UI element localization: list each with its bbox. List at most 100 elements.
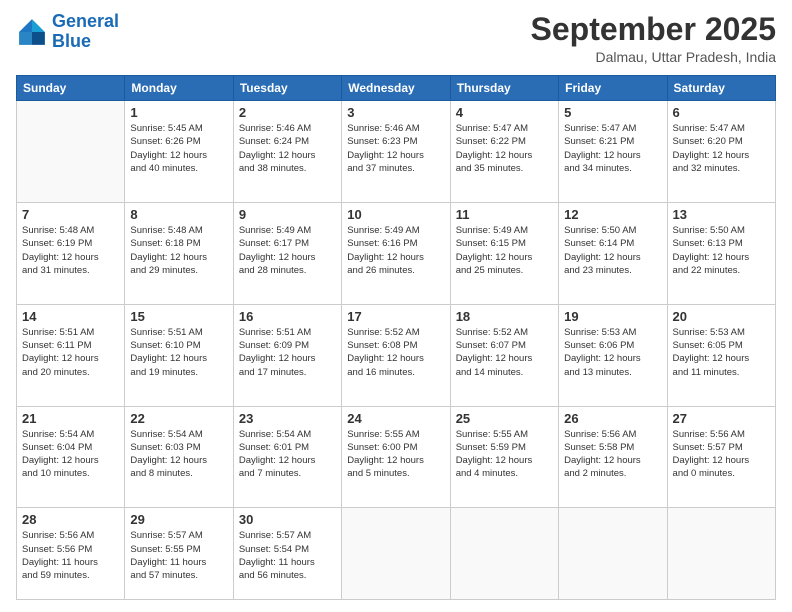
- day-number: 4: [456, 105, 553, 120]
- table-cell: 19Sunrise: 5:53 AM Sunset: 6:06 PM Dayli…: [559, 304, 667, 406]
- table-cell: 25 Sunrise: 5:55 AM Sunset: 5:59 PM Dayli…: [450, 406, 558, 508]
- day-info: Sunrise: 5:47 AM Sunset: 6:22 PM Dayligh…: [456, 122, 553, 175]
- table-cell: 10 Sunrise: 5:49 AM Sunset: 6:16 PM Dayli…: [342, 202, 450, 304]
- table-cell: [667, 508, 775, 600]
- day-number: 27: [673, 411, 770, 426]
- table-cell: 30Sunrise: 5:57 AM Sunset: 5:54 PM Dayli…: [233, 508, 341, 600]
- day-info: Sunrise: 5:56 AM Sunset: 5:56 PM Dayligh…: [22, 529, 119, 582]
- day-number: 7: [22, 207, 119, 222]
- header-row: Sunday Monday Tuesday Wednesday Thursday…: [17, 76, 776, 101]
- day-number: 22: [130, 411, 227, 426]
- day-number: 18: [456, 309, 553, 324]
- day-number: 25: [456, 411, 553, 426]
- day-info: Sunrise: 5:51 AM Sunset: 6:10 PM Dayligh…: [130, 326, 227, 379]
- table-cell: 9 Sunrise: 5:49 AM Sunset: 6:17 PM Daylig…: [233, 202, 341, 304]
- table-cell: 17Sunrise: 5:52 AM Sunset: 6:08 PM Dayli…: [342, 304, 450, 406]
- day-info: Sunrise: 5:51 AM Sunset: 6:09 PM Dayligh…: [239, 326, 336, 379]
- day-number: 26: [564, 411, 661, 426]
- day-number: 8: [130, 207, 227, 222]
- logo-icon: [16, 16, 48, 48]
- title-block: September 2025 Dalmau, Uttar Pradesh, In…: [531, 12, 776, 65]
- calendar: Sunday Monday Tuesday Wednesday Thursday…: [16, 75, 776, 600]
- day-info: Sunrise: 5:55 AM Sunset: 6:00 PM Dayligh…: [347, 428, 444, 481]
- day-number: 10: [347, 207, 444, 222]
- day-number: 9: [239, 207, 336, 222]
- col-sunday: Sunday: [17, 76, 125, 101]
- col-monday: Monday: [125, 76, 233, 101]
- table-row: 14 Sunrise: 5:51 AM Sunset: 6:11 PM Dayli…: [17, 304, 776, 406]
- table-cell: 4 Sunrise: 5:47 AM Sunset: 6:22 PM Daylig…: [450, 101, 558, 203]
- day-number: 13: [673, 207, 770, 222]
- logo: General Blue: [16, 12, 119, 52]
- logo-general: General: [52, 11, 119, 31]
- table-cell: 18Sunrise: 5:52 AM Sunset: 6:07 PM Dayli…: [450, 304, 558, 406]
- table-cell: 22 Sunrise: 5:54 AM Sunset: 6:03 PM Dayli…: [125, 406, 233, 508]
- table-cell: 23 Sunrise: 5:54 AM Sunset: 6:01 PM Dayli…: [233, 406, 341, 508]
- day-info: Sunrise: 5:52 AM Sunset: 6:08 PM Dayligh…: [347, 326, 444, 379]
- table-cell: 27 Sunrise: 5:56 AM Sunset: 5:57 PM Dayli…: [667, 406, 775, 508]
- day-info: Sunrise: 5:50 AM Sunset: 6:13 PM Dayligh…: [673, 224, 770, 277]
- col-friday: Friday: [559, 76, 667, 101]
- table-cell: 28Sunrise: 5:56 AM Sunset: 5:56 PM Dayli…: [17, 508, 125, 600]
- col-wednesday: Wednesday: [342, 76, 450, 101]
- day-info: Sunrise: 5:49 AM Sunset: 6:17 PM Dayligh…: [239, 224, 336, 277]
- table-cell: 6 Sunrise: 5:47 AM Sunset: 6:20 PM Daylig…: [667, 101, 775, 203]
- table-cell: 7 Sunrise: 5:48 AM Sunset: 6:19 PM Daylig…: [17, 202, 125, 304]
- table-cell: 20 Sunrise: 5:53 AM Sunset: 6:05 PM Dayli…: [667, 304, 775, 406]
- day-info: Sunrise: 5:49 AM Sunset: 6:16 PM Dayligh…: [347, 224, 444, 277]
- table-cell: [342, 508, 450, 600]
- table-cell: [559, 508, 667, 600]
- table-cell: 15 Sunrise: 5:51 AM Sunset: 6:10 PM Dayli…: [125, 304, 233, 406]
- table-cell: 14 Sunrise: 5:51 AM Sunset: 6:11 PM Dayli…: [17, 304, 125, 406]
- day-info: Sunrise: 5:48 AM Sunset: 6:19 PM Dayligh…: [22, 224, 119, 277]
- table-cell: 29 Sunrise: 5:57 AM Sunset: 5:55 PM Dayli…: [125, 508, 233, 600]
- day-number: 16: [239, 309, 336, 324]
- day-info: Sunrise: 5:54 AM Sunset: 6:01 PM Dayligh…: [239, 428, 336, 481]
- day-info: Sunrise: 5:55 AM Sunset: 5:59 PM Dayligh…: [456, 428, 553, 481]
- day-info: Sunrise: 5:50 AM Sunset: 6:14 PM Dayligh…: [564, 224, 661, 277]
- day-info: Sunrise: 5:53 AM Sunset: 6:05 PM Dayligh…: [673, 326, 770, 379]
- table-cell: 2Sunrise: 5:46 AM Sunset: 6:24 PM Daylig…: [233, 101, 341, 203]
- day-number: 2: [239, 105, 336, 120]
- day-info: Sunrise: 5:51 AM Sunset: 6:11 PM Dayligh…: [22, 326, 119, 379]
- table-row: 21Sunrise: 5:54 AM Sunset: 6:04 PM Dayli…: [17, 406, 776, 508]
- col-thursday: Thursday: [450, 76, 558, 101]
- col-saturday: Saturday: [667, 76, 775, 101]
- day-info: Sunrise: 5:45 AM Sunset: 6:26 PM Dayligh…: [130, 122, 227, 175]
- day-number: 1: [130, 105, 227, 120]
- day-number: 5: [564, 105, 661, 120]
- day-number: 20: [673, 309, 770, 324]
- logo-text: General Blue: [52, 12, 119, 52]
- day-info: Sunrise: 5:57 AM Sunset: 5:54 PM Dayligh…: [239, 529, 336, 582]
- page: General Blue September 2025 Dalmau, Utta…: [0, 0, 792, 612]
- day-number: 29: [130, 512, 227, 527]
- day-info: Sunrise: 5:56 AM Sunset: 5:57 PM Dayligh…: [673, 428, 770, 481]
- day-number: 23: [239, 411, 336, 426]
- day-info: Sunrise: 5:54 AM Sunset: 6:03 PM Dayligh…: [130, 428, 227, 481]
- col-tuesday: Tuesday: [233, 76, 341, 101]
- month-title: September 2025: [531, 12, 776, 47]
- logo-blue: Blue: [52, 31, 91, 51]
- day-number: 3: [347, 105, 444, 120]
- day-number: 6: [673, 105, 770, 120]
- day-number: 19: [564, 309, 661, 324]
- table-cell: 13 Sunrise: 5:50 AM Sunset: 6:13 PM Dayli…: [667, 202, 775, 304]
- location: Dalmau, Uttar Pradesh, India: [531, 49, 776, 65]
- day-number: 14: [22, 309, 119, 324]
- table-cell: 5 Sunrise: 5:47 AM Sunset: 6:21 PM Daylig…: [559, 101, 667, 203]
- day-info: Sunrise: 5:49 AM Sunset: 6:15 PM Dayligh…: [456, 224, 553, 277]
- day-info: Sunrise: 5:47 AM Sunset: 6:21 PM Dayligh…: [564, 122, 661, 175]
- table-cell: 26Sunrise: 5:56 AM Sunset: 5:58 PM Dayli…: [559, 406, 667, 508]
- table-cell: 16 Sunrise: 5:51 AM Sunset: 6:09 PM Dayli…: [233, 304, 341, 406]
- day-info: Sunrise: 5:47 AM Sunset: 6:20 PM Dayligh…: [673, 122, 770, 175]
- table-cell: 11Sunrise: 5:49 AM Sunset: 6:15 PM Dayli…: [450, 202, 558, 304]
- table-cell: 8Sunrise: 5:48 AM Sunset: 6:18 PM Daylig…: [125, 202, 233, 304]
- day-number: 15: [130, 309, 227, 324]
- header: General Blue September 2025 Dalmau, Utta…: [16, 12, 776, 65]
- day-info: Sunrise: 5:57 AM Sunset: 5:55 PM Dayligh…: [130, 529, 227, 582]
- table-cell: 21Sunrise: 5:54 AM Sunset: 6:04 PM Dayli…: [17, 406, 125, 508]
- day-number: 21: [22, 411, 119, 426]
- table-row: 7 Sunrise: 5:48 AM Sunset: 6:19 PM Daylig…: [17, 202, 776, 304]
- table-row: 1 Sunrise: 5:45 AM Sunset: 6:26 PM Daylig…: [17, 101, 776, 203]
- table-row: 28Sunrise: 5:56 AM Sunset: 5:56 PM Dayli…: [17, 508, 776, 600]
